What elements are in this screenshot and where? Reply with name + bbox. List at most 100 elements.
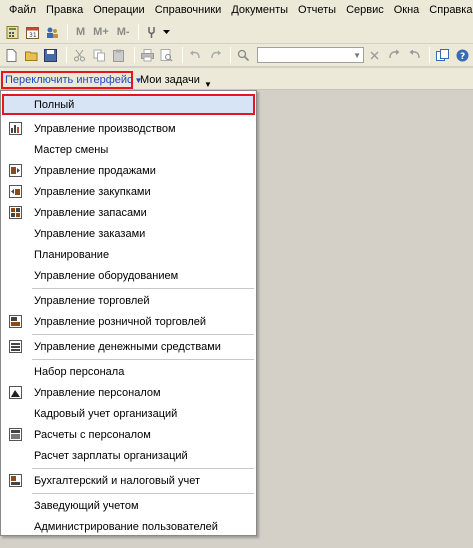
menu-item-recruitment[interactable]: Набор персонала bbox=[2, 361, 255, 382]
menu-item-hr-records[interactable]: Кадровый учет организаций bbox=[2, 403, 255, 424]
menu-item-label: Управление запасами bbox=[34, 206, 147, 219]
toolbar-separator bbox=[65, 47, 67, 63]
inventory-icon bbox=[8, 206, 22, 220]
chevron-down-icon[interactable]: ▼ bbox=[351, 48, 363, 62]
sales-icon bbox=[8, 164, 22, 178]
calculator-icon[interactable] bbox=[3, 23, 21, 41]
menu-item-label: Управление заказами bbox=[34, 227, 146, 240]
menu-item-label: Управление торговлей bbox=[34, 294, 150, 307]
search-icon[interactable] bbox=[235, 46, 253, 64]
money-icon bbox=[8, 340, 22, 354]
menu-item-purchases[interactable]: Управление закупками bbox=[2, 181, 255, 202]
menu-item-label: Управление розничной торговлей bbox=[34, 315, 207, 328]
panel-bar: Переключить интерфейс ▼ Мои задачи ▼ bbox=[0, 68, 473, 90]
menu-item-label: Заведующий учетом bbox=[34, 499, 139, 512]
menu-item-label: Полный bbox=[34, 98, 75, 111]
calendar-icon[interactable]: 31 bbox=[23, 23, 41, 41]
menu-reports[interactable]: Отчеты bbox=[293, 0, 341, 21]
redo-icon[interactable] bbox=[206, 46, 224, 64]
menu-item-inventory[interactable]: Управление запасами bbox=[2, 202, 255, 223]
menu-edit[interactable]: Правка bbox=[41, 0, 88, 21]
toolbar-tools: 31 M M+ M- bbox=[0, 21, 473, 43]
toolbar-separator bbox=[67, 24, 68, 40]
menu-separator bbox=[32, 493, 254, 494]
menu-item-trade[interactable]: Управление торговлей bbox=[2, 290, 255, 311]
print-icon[interactable] bbox=[139, 46, 157, 64]
find-previous-icon[interactable] bbox=[405, 46, 423, 64]
menu-item-retail[interactable]: Управление розничной торговлей bbox=[2, 311, 255, 332]
menu-item-cash[interactable]: Управление денежными средствами bbox=[2, 336, 255, 357]
paste-icon[interactable] bbox=[110, 46, 128, 64]
menu-operations[interactable]: Операции bbox=[88, 0, 149, 21]
menu-item-shift-master[interactable]: Мастер смены bbox=[2, 139, 255, 160]
menu-item-label: Кадровый учет организаций bbox=[34, 407, 178, 420]
menu-item-full[interactable]: Полный bbox=[2, 94, 255, 115]
open-folder-icon[interactable] bbox=[23, 46, 41, 64]
chevron-down-icon[interactable] bbox=[163, 23, 171, 41]
payroll-icon bbox=[8, 428, 22, 442]
retail-icon bbox=[8, 315, 22, 329]
production-icon bbox=[8, 122, 22, 136]
windows-icon[interactable] bbox=[434, 46, 452, 64]
menu-item-label: Расчеты с персоналом bbox=[34, 428, 151, 441]
help-icon[interactable]: ? bbox=[453, 46, 471, 64]
menu-item-production[interactable]: Управление производством bbox=[2, 118, 255, 139]
copy-icon[interactable] bbox=[90, 46, 108, 64]
interface-dropdown: Полный Управление производством Мастер с… bbox=[0, 90, 257, 536]
users-icon[interactable] bbox=[43, 23, 61, 41]
switch-interface-label: Переключить интерфейс bbox=[5, 74, 133, 86]
menu-item-chief-accountant[interactable]: Заведующий учетом bbox=[2, 495, 255, 516]
my-tasks-label: Мои задачи bbox=[140, 74, 200, 86]
menu-separator bbox=[32, 468, 254, 469]
find-next-icon[interactable] bbox=[386, 46, 404, 64]
menu-item-label: Управление денежными средствами bbox=[34, 340, 221, 353]
toolbar-separator bbox=[229, 47, 231, 63]
menu-item-payroll[interactable]: Расчеты с персоналом bbox=[2, 424, 255, 445]
memory-button[interactable]: M bbox=[72, 26, 89, 38]
menu-item-planning[interactable]: Планирование bbox=[2, 244, 255, 265]
menu-windows[interactable]: Окна bbox=[389, 0, 425, 21]
svg-text:?: ? bbox=[460, 52, 465, 62]
menu-item-label: Управление персоналом bbox=[34, 386, 161, 399]
cut-icon[interactable] bbox=[71, 46, 89, 64]
menu-bar: Файл Правка Операции Справочники Докумен… bbox=[0, 0, 473, 21]
menu-item-equipment[interactable]: Управление оборудованием bbox=[2, 265, 255, 286]
memory-plus-button[interactable]: M+ bbox=[89, 26, 113, 38]
close-icon[interactable] bbox=[366, 46, 384, 64]
menu-references[interactable]: Справочники bbox=[150, 0, 227, 21]
menu-item-label: Планирование bbox=[34, 248, 110, 261]
new-document-icon[interactable] bbox=[3, 46, 21, 64]
menu-separator bbox=[32, 288, 254, 289]
toolbar-separator bbox=[428, 47, 430, 63]
menu-item-label: Управление оборудованием bbox=[34, 269, 179, 282]
personnel-icon bbox=[8, 386, 22, 400]
accounting-icon bbox=[8, 474, 22, 488]
print-preview-icon[interactable] bbox=[158, 46, 176, 64]
search-input[interactable]: ▼ bbox=[256, 47, 365, 63]
my-tasks-button[interactable]: Мои задачи ▼ bbox=[140, 73, 212, 89]
menu-service[interactable]: Сервис bbox=[341, 0, 389, 21]
menu-item-label: Управление производством bbox=[34, 122, 176, 135]
memory-minus-button[interactable]: M- bbox=[113, 26, 134, 38]
menu-item-label: Расчет зарплаты организаций bbox=[34, 449, 188, 462]
toolbar-standard: ▼ ? bbox=[0, 44, 473, 66]
toolbar-separator bbox=[137, 24, 139, 40]
save-icon[interactable] bbox=[42, 46, 60, 64]
menu-item-orders[interactable]: Управление заказами bbox=[2, 223, 255, 244]
menu-item-label: Управление закупками bbox=[34, 185, 151, 198]
menu-help[interactable]: Справка bbox=[424, 0, 473, 21]
menu-item-accounting[interactable]: Бухгалтерский и налоговый учет bbox=[2, 470, 255, 491]
menu-item-user-administration[interactable]: Администрирование пользователей bbox=[2, 516, 255, 537]
tuning-fork-icon[interactable] bbox=[143, 23, 161, 41]
menu-item-sales[interactable]: Управление продажами bbox=[2, 160, 255, 181]
menu-item-personnel[interactable]: Управление персоналом bbox=[2, 382, 255, 403]
menu-item-salary-calculation[interactable]: Расчет зарплаты организаций bbox=[2, 445, 255, 466]
menu-separator bbox=[32, 359, 254, 360]
menu-documents[interactable]: Документы bbox=[226, 0, 293, 21]
menu-item-label: Мастер смены bbox=[34, 143, 109, 156]
menu-item-label: Администрирование пользователей bbox=[34, 520, 218, 533]
undo-icon[interactable] bbox=[187, 46, 205, 64]
menu-separator bbox=[32, 334, 254, 335]
switch-interface-button[interactable]: Переключить интерфейс ▼ bbox=[1, 71, 142, 89]
menu-file[interactable]: Файл bbox=[4, 0, 41, 21]
